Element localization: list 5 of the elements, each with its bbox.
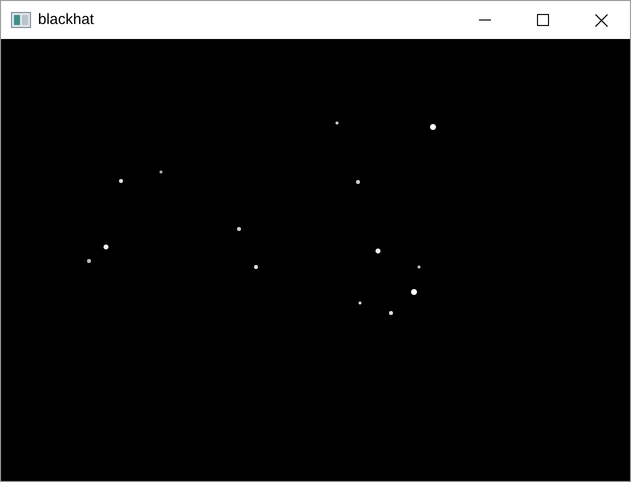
app-icon [11,12,31,28]
window-title: blackhat [38,10,94,30]
maximize-icon [537,14,549,26]
minimize-icon [479,19,491,21]
close-icon [594,14,608,26]
